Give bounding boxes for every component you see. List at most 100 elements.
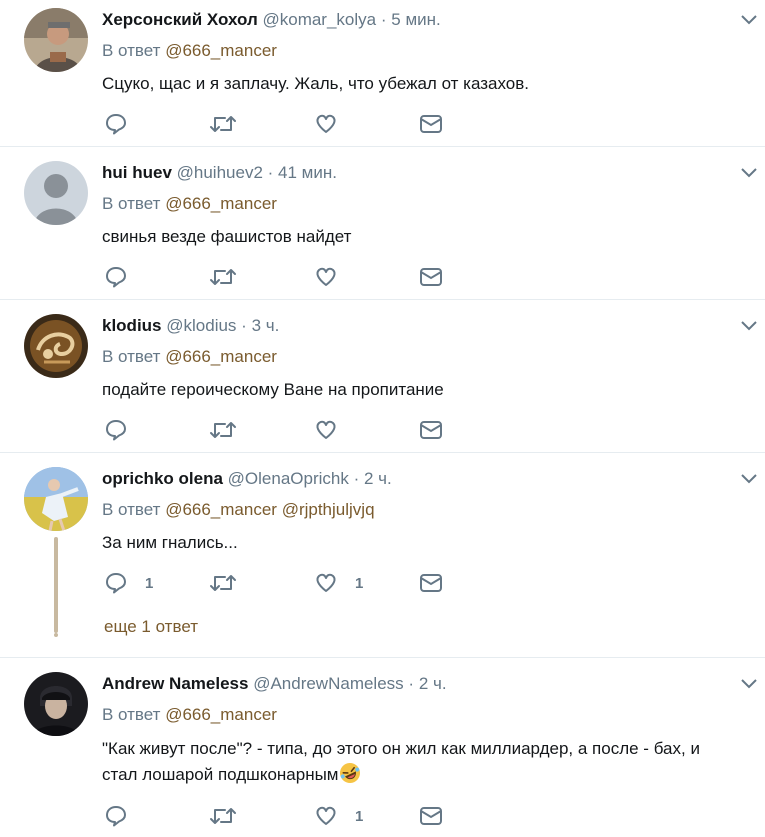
- retweet-button[interactable]: [209, 418, 237, 442]
- reply-button[interactable]: [105, 265, 127, 289]
- reply-prefix: В ответ: [102, 705, 161, 724]
- speech-bubble-icon: [106, 420, 126, 441]
- user-name[interactable]: hui huev: [102, 163, 172, 182]
- separator-dot: ·: [353, 469, 360, 488]
- avatar[interactable]: [24, 467, 88, 531]
- heart-icon: [316, 573, 336, 592]
- show-more-replies-link[interactable]: еще 1 ответ: [104, 616, 198, 638]
- reply-to: В ответ @666_mancer: [102, 193, 277, 215]
- like-button[interactable]: [315, 112, 337, 136]
- tweet-text: свинья везде фашистов найдет: [102, 227, 352, 246]
- avatar[interactable]: [24, 314, 88, 378]
- tweet-text: Сцуко, щас и я заплачу. Жаль, что убежал…: [102, 74, 530, 93]
- dm-button[interactable]: [419, 418, 443, 442]
- mention-link[interactable]: @666_mancer: [165, 347, 277, 366]
- envelope-icon: [420, 574, 442, 592]
- mention-link[interactable]: @666_mancer: [165, 194, 277, 213]
- user-name[interactable]: Херсонский Хохол: [102, 10, 258, 29]
- separator-dot: ·: [408, 674, 415, 693]
- like-button[interactable]: 1: [315, 571, 363, 595]
- retweet-button[interactable]: [209, 265, 237, 289]
- retweet-button[interactable]: [209, 112, 237, 136]
- envelope-icon: [420, 421, 442, 439]
- retweet-icon: [210, 808, 236, 824]
- retweet-icon: [210, 422, 236, 438]
- like-button[interactable]: 1: [315, 804, 363, 828]
- dm-button[interactable]: [419, 112, 443, 136]
- tweet[interactable]: Херсонский Хохол @komar_kolya · 5 мин. В…: [0, 0, 765, 147]
- like-button[interactable]: [315, 265, 337, 289]
- tweet-actions: [105, 265, 505, 289]
- like-count: 1: [355, 807, 364, 825]
- reply-prefix: В ответ: [102, 41, 161, 60]
- reply-prefix: В ответ: [102, 194, 161, 213]
- like-button[interactable]: [315, 418, 337, 442]
- tweet-actions: 1: [105, 804, 505, 828]
- tweet-header: klodius @klodius · 3 ч.: [102, 315, 279, 337]
- mention-link[interactable]: @666_mancer: [165, 500, 277, 519]
- tweet-text-line: стал лошарой подшконарным: [102, 762, 752, 788]
- envelope-icon: [420, 268, 442, 286]
- tweet-actions: [105, 112, 505, 136]
- envelope-icon: [420, 115, 442, 133]
- user-handle[interactable]: @AndrewNameless: [253, 674, 403, 693]
- reply-button[interactable]: [105, 112, 127, 136]
- chevron-down-icon[interactable]: [741, 320, 757, 332]
- retweet-icon: [210, 575, 236, 591]
- thread-dots: [54, 619, 58, 637]
- separator-dot: ·: [267, 163, 274, 182]
- tweet-actions: [105, 418, 505, 442]
- tweet-header: oprichko olena @OlenaOprichk · 2 ч.: [102, 468, 392, 490]
- reply-to: В ответ @666_mancer: [102, 704, 277, 726]
- tweet-text: За ним гнались...: [102, 533, 238, 552]
- reply-button[interactable]: [105, 804, 127, 828]
- timestamp[interactable]: 2 ч.: [364, 469, 392, 488]
- speech-bubble-icon: [106, 573, 126, 594]
- tweet-text: подайте героическому Ване на пропитание: [102, 380, 444, 399]
- mention-link[interactable]: @666_mancer: [165, 705, 277, 724]
- user-handle[interactable]: @huihuev2: [177, 163, 263, 182]
- avatar[interactable]: [24, 8, 88, 72]
- tweet-text: "Как живут после"? - типа, до этого он ж…: [102, 736, 752, 788]
- chevron-down-icon[interactable]: [741, 678, 757, 690]
- mention-link[interactable]: @rjpthjuljvjq: [282, 500, 375, 519]
- dm-button[interactable]: [419, 265, 443, 289]
- user-handle[interactable]: @OlenaOprichk: [228, 469, 349, 488]
- like-count: 1: [355, 574, 364, 592]
- separator-dot: ·: [380, 10, 387, 29]
- dm-button[interactable]: [419, 571, 443, 595]
- tweet-text-span: стал лошарой подшконарным: [102, 765, 339, 784]
- tweet[interactable]: oprichko olena @OlenaOprichk · 2 ч. В от…: [0, 453, 765, 658]
- timestamp[interactable]: 3 ч.: [252, 316, 280, 335]
- tweet[interactable]: Andrew Nameless @AndrewNameless · 2 ч. В…: [0, 658, 765, 837]
- tweet-header: Херсонский Хохол @komar_kolya · 5 мин.: [102, 9, 441, 31]
- user-handle[interactable]: @klodius: [166, 316, 236, 335]
- timestamp[interactable]: 41 мин.: [278, 163, 337, 182]
- avatar[interactable]: [24, 161, 88, 225]
- timestamp[interactable]: 5 мин.: [391, 10, 440, 29]
- speech-bubble-icon: [106, 806, 126, 827]
- retweet-icon: [210, 269, 236, 285]
- user-handle[interactable]: @komar_kolya: [262, 10, 376, 29]
- avatar[interactable]: [24, 672, 88, 736]
- user-name[interactable]: oprichko olena: [102, 469, 223, 488]
- retweet-button[interactable]: [209, 571, 237, 595]
- retweet-button[interactable]: [209, 804, 237, 828]
- reply-to: В ответ @666_mancer: [102, 40, 277, 62]
- user-name[interactable]: Andrew Nameless: [102, 674, 248, 693]
- chevron-down-icon[interactable]: [741, 473, 757, 485]
- reply-button[interactable]: 1: [105, 571, 153, 595]
- reply-button[interactable]: [105, 418, 127, 442]
- user-name[interactable]: klodius: [102, 316, 162, 335]
- envelope-icon: [420, 807, 442, 825]
- dm-button[interactable]: [419, 804, 443, 828]
- tweet[interactable]: hui huev @huihuev2 · 41 мин. В ответ @66…: [0, 147, 765, 300]
- tweet[interactable]: klodius @klodius · 3 ч. В ответ @666_man…: [0, 300, 765, 453]
- timestamp[interactable]: 2 ч.: [419, 674, 447, 693]
- chevron-down-icon[interactable]: [741, 14, 757, 26]
- speech-bubble-icon: [106, 114, 126, 135]
- reply-prefix: В ответ: [102, 347, 161, 366]
- mention-link[interactable]: @666_mancer: [165, 41, 277, 60]
- tweet-text-line: "Как живут после"? - типа, до этого он ж…: [102, 739, 700, 758]
- chevron-down-icon[interactable]: [741, 167, 757, 179]
